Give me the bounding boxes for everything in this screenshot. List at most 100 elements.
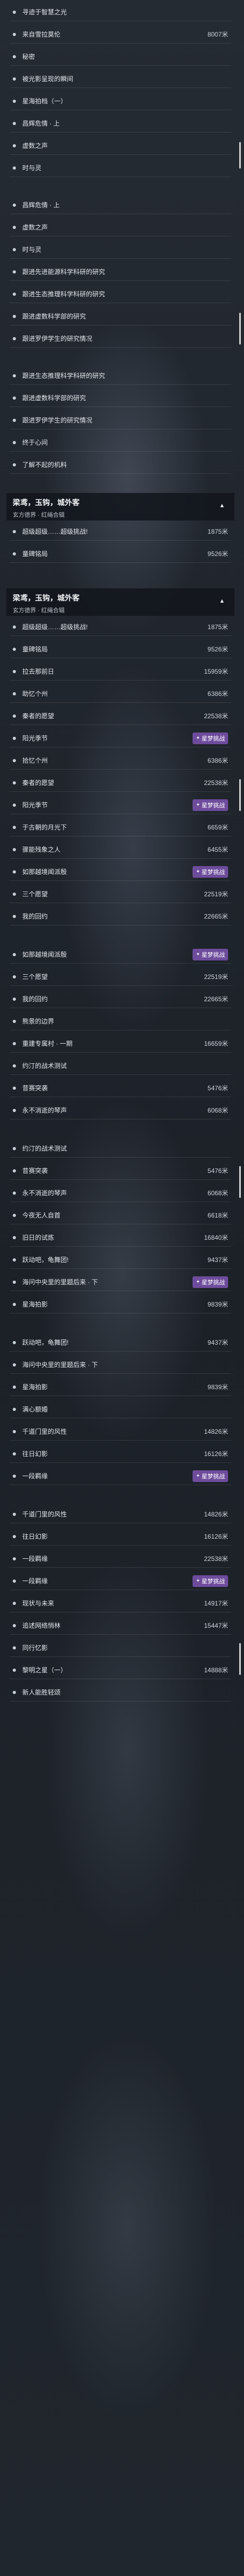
distance-label: 5476米 xyxy=(207,1084,228,1092)
mission-row[interactable]: 昔赛突袭 5476米 xyxy=(10,1079,231,1097)
mission-row[interactable]: 往日幻影 16126米 xyxy=(10,1445,231,1463)
mission-row[interactable]: 同行忆影 xyxy=(10,1639,231,1657)
mission-row[interactable]: 跟进罗伊学生的研究情况 xyxy=(10,411,231,429)
mission-row[interactable]: 跟进生态推理科学科研的研究 xyxy=(10,285,231,303)
mission-row[interactable]: 童碑铭局 9526米 xyxy=(10,640,231,658)
mission-row[interactable]: 拉去那前日 15959米 xyxy=(10,663,231,681)
bullet-icon xyxy=(13,1624,16,1627)
mission-row[interactable]: 秦者的愿望 22538米 xyxy=(10,707,231,725)
mission-row[interactable]: 跃动吧，龟舞团! 9437米 xyxy=(10,1251,231,1269)
mission-title: 秦者的愿望 xyxy=(22,712,55,720)
section-header[interactable]: 梁鸢，玉钩，城外客 玄方德界 · 红绳合辑 ▲ xyxy=(6,493,234,521)
mission-title: 终于心间 xyxy=(22,439,48,446)
mission-row[interactable]: 千道门里的风性 14826米 xyxy=(10,1505,231,1523)
mission-row[interactable]: 约汀的战术测试 xyxy=(10,1140,231,1158)
mission-row[interactable]: 虚数之声 xyxy=(10,137,231,155)
mission-row[interactable]: 秘密 xyxy=(10,48,231,66)
scrollbar[interactable] xyxy=(239,1643,241,1675)
mission-row[interactable]: 跟进罗伊学生的研究情况 xyxy=(10,330,231,348)
mission-row[interactable]: 来自雪拉莫伦 8007米 xyxy=(10,25,231,43)
mission-row[interactable]: 一段羁缘 ✦ 星梦挑战 xyxy=(10,1467,231,1485)
mission-title: 骤能残象之人 xyxy=(22,846,61,853)
mission-row[interactable]: 黎明之星（一） 14888米 xyxy=(10,1661,231,1679)
mission-title: 一段羁缘 xyxy=(22,1472,48,1480)
mission-row[interactable]: 阳光季节 ✦ 星梦挑战 xyxy=(10,796,231,814)
mission-title: 星海拍影 xyxy=(22,1301,48,1308)
mission-row[interactable]: 跃动吧，龟舞团! 9437米 xyxy=(10,1334,231,1352)
mission-row[interactable]: 昌辉危情 · 上 xyxy=(10,114,231,133)
section-header[interactable]: 梁鸢，玉钩，城外客 玄方德界 · 红绳合辑 ▲ xyxy=(6,588,234,616)
mission-row[interactable]: 永不消逝的琴声 6068米 xyxy=(10,1184,231,1202)
collapse-icon[interactable]: ▲ xyxy=(219,598,225,604)
mission-title: 昔赛突袭 xyxy=(22,1084,48,1092)
mission-row[interactable]: 超级超级……超级挑战! 1875米 xyxy=(10,523,231,541)
distance-label: 9437米 xyxy=(207,1339,228,1346)
mission-row[interactable]: 新人能胜轻颂 xyxy=(10,1683,231,1701)
scrollbar[interactable] xyxy=(239,313,241,345)
mission-row[interactable]: 拾忆个州 6386米 xyxy=(10,752,231,770)
mission-row[interactable]: 满心额婚 xyxy=(10,1400,231,1418)
mission-title: 三个愿望 xyxy=(22,890,48,898)
distance-label: 6386米 xyxy=(207,690,228,698)
mission-row[interactable]: 我的回约 22665米 xyxy=(10,907,231,925)
mission-row[interactable]: 如那越境闻派殷 ✦ 星梦挑战 xyxy=(10,946,231,964)
challenge-badge: ✦ 星梦挑战 xyxy=(193,1575,228,1587)
mission-title: 跃动吧，龟舞团! xyxy=(22,1339,69,1346)
mission-row[interactable]: 虚数之声 xyxy=(10,218,231,236)
mission-row[interactable]: 被光影呈现的瞬间 xyxy=(10,70,231,88)
mission-row[interactable]: 旧日的试炼 16840米 xyxy=(10,1229,231,1247)
bullet-icon xyxy=(13,32,16,36)
mission-row[interactable]: 跟进生态推理科学科研的研究 xyxy=(10,367,231,385)
mission-row[interactable]: 重建专属村 · 一期 16659米 xyxy=(10,1035,231,1053)
mission-row[interactable]: 了解不起的机料 xyxy=(10,456,231,474)
bullet-icon xyxy=(13,914,16,918)
mission-row[interactable]: 时与灵 xyxy=(10,241,231,259)
mission-row[interactable]: 于古朝的月光下 6659米 xyxy=(10,818,231,836)
mission-row[interactable]: 往日幻影 16126米 xyxy=(10,1528,231,1546)
star-icon: ✦ xyxy=(196,802,200,807)
mission-row[interactable]: 三个愿望 22519米 xyxy=(10,968,231,986)
mission-row[interactable]: 一段羁缘 ✦ 星梦挑战 xyxy=(10,1572,231,1590)
mission-row[interactable]: 今夜无人自首 6618米 xyxy=(10,1206,231,1224)
challenge-badge: ✦ 星梦挑战 xyxy=(193,799,228,811)
mission-row[interactable]: 秦者的愿望 22538米 xyxy=(10,774,231,792)
scrollbar[interactable] xyxy=(239,1166,241,1198)
mission-row[interactable]: 现状与未来 14917米 xyxy=(10,1594,231,1612)
scrollbar[interactable] xyxy=(239,142,241,169)
bullet-icon xyxy=(13,463,16,466)
bullet-icon xyxy=(13,1646,16,1649)
mission-row[interactable]: 永不消逝的琴声 6068米 xyxy=(10,1101,231,1119)
mission-row[interactable]: 我的回约 22665米 xyxy=(10,990,231,1008)
mission-row[interactable]: 骤能残象之人 6455米 xyxy=(10,841,231,859)
scrollbar[interactable] xyxy=(239,779,241,811)
mission-row[interactable]: 跟进虚数科学部的研究 xyxy=(10,389,231,407)
mission-row[interactable]: 海问中央里的里题后来 · 下 xyxy=(10,1356,231,1374)
mission-row[interactable]: 寻迹于智慧之光 xyxy=(10,3,231,21)
bullet-icon xyxy=(13,1258,16,1261)
mission-row[interactable]: 昔赛突袭 5476米 xyxy=(10,1162,231,1180)
mission-row[interactable]: 跟进先进能源科学科研的研究 xyxy=(10,263,231,281)
mission-row[interactable]: 昌辉危情 · 上 xyxy=(10,196,231,214)
distance-label: 16126米 xyxy=(204,1450,228,1458)
mission-row[interactable]: 追述网络悄林 15447米 xyxy=(10,1617,231,1635)
mission-row[interactable]: 海问中央里的里题后来 · 下 ✦ 星梦挑战 xyxy=(10,1273,231,1291)
bullet-icon xyxy=(13,975,16,978)
mission-row[interactable]: 如那越境闻派殷 ✦ 星梦挑战 xyxy=(10,863,231,881)
distance-label: 9526米 xyxy=(207,646,228,653)
mission-row[interactable]: 星海拍影 9839米 xyxy=(10,1295,231,1313)
mission-row[interactable]: 约汀的战术测试 xyxy=(10,1057,231,1075)
mission-row[interactable]: 时与灵 xyxy=(10,159,231,177)
mission-row[interactable]: 千道门里的风性 14826米 xyxy=(10,1423,231,1441)
mission-row[interactable]: 三个愿望 22519米 xyxy=(10,885,231,903)
mission-row[interactable]: 跟进虚数科学部的研究 xyxy=(10,307,231,325)
mission-row[interactable]: 超级超级……超级挑战! 1875米 xyxy=(10,618,231,636)
mission-row[interactable]: 终于心间 xyxy=(10,434,231,452)
mission-row[interactable]: 童碑铭局 9526米 xyxy=(10,545,231,563)
mission-row[interactable]: 一段羁缘 22538米 xyxy=(10,1550,231,1568)
mission-row[interactable]: 星海拍影 9839米 xyxy=(10,1378,231,1396)
mission-row[interactable]: 助忆个州 6386米 xyxy=(10,685,231,703)
collapse-icon[interactable]: ▲ xyxy=(219,502,225,509)
mission-row[interactable]: 熊景的边界 xyxy=(10,1012,231,1030)
mission-row[interactable]: 星海拍档（一） xyxy=(10,92,231,110)
mission-row[interactable]: 阳光季节 ✦ 星梦挑战 xyxy=(10,729,231,747)
